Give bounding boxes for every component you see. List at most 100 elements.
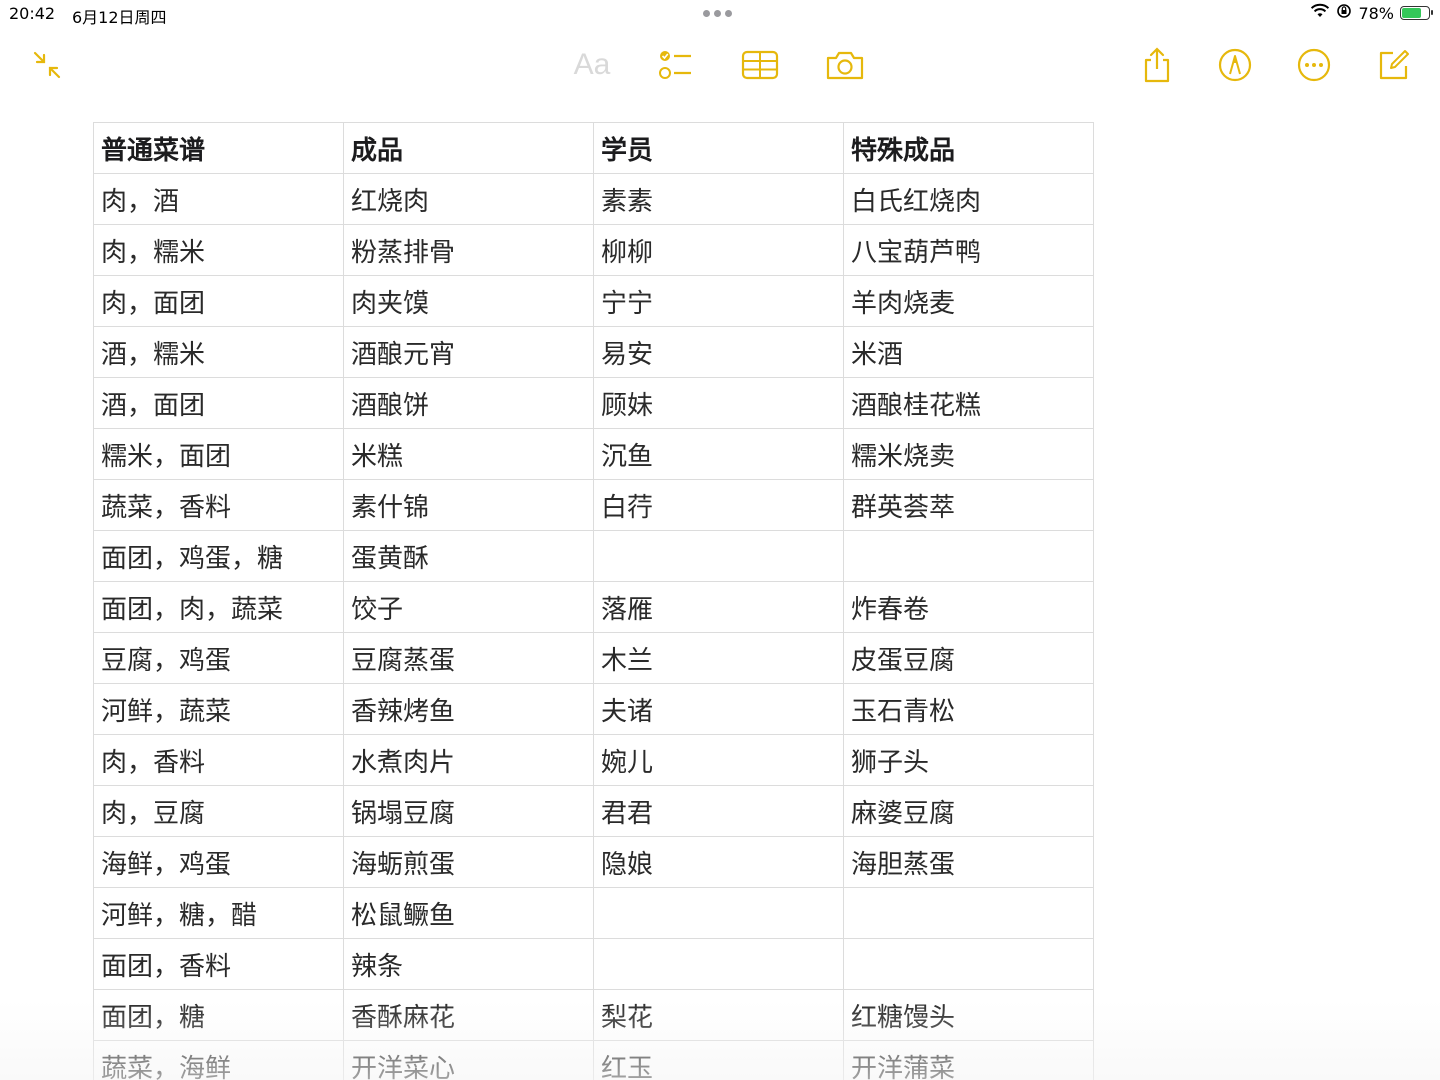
table-cell[interactable]: 肉，糯米 bbox=[93, 224, 344, 276]
table-cell[interactable] bbox=[843, 887, 1094, 939]
table-cell[interactable] bbox=[593, 887, 844, 939]
table-cell[interactable]: 红烧肉 bbox=[343, 173, 594, 225]
table-cell[interactable]: 素什锦 bbox=[343, 479, 594, 531]
table-row: 面团，鸡蛋，糖 蛋黄酥 bbox=[93, 530, 1094, 582]
table-cell[interactable] bbox=[593, 938, 844, 990]
table-cell[interactable]: 酒，糯米 bbox=[93, 326, 344, 378]
compose-button[interactable] bbox=[1370, 42, 1416, 88]
table-cell[interactable]: 玉石青松 bbox=[843, 683, 1094, 735]
table-cell[interactable] bbox=[593, 530, 844, 582]
table-header-cell[interactable]: 特殊成品 bbox=[843, 122, 1094, 174]
table-cell[interactable]: 粉蒸排骨 bbox=[343, 224, 594, 276]
format-button[interactable]: Aa bbox=[569, 42, 615, 88]
table-header-cell[interactable]: 普通菜谱 bbox=[93, 122, 344, 174]
table-cell[interactable]: 糯米，面团 bbox=[93, 428, 344, 480]
table-cell[interactable] bbox=[843, 938, 1094, 990]
status-indicators: 78% bbox=[1310, 3, 1433, 23]
table-cell[interactable]: 香酥麻花 bbox=[343, 989, 594, 1041]
table-cell[interactable]: 松鼠鳜鱼 bbox=[343, 887, 594, 939]
table-cell[interactable]: 面团，糖 bbox=[93, 989, 344, 1041]
table-cell[interactable]: 君君 bbox=[593, 785, 844, 837]
recipe-table[interactable]: 普通菜谱 成品 学员 特殊成品 肉，酒 红烧肉 素素 白氏红烧肉 肉，糯米 粉蒸排骨 柳柳 八宝葫芦鸭… bbox=[93, 122, 1094, 1080]
table-cell[interactable]: 梨花 bbox=[593, 989, 844, 1041]
table-cell[interactable]: 豆腐，鸡蛋 bbox=[93, 632, 344, 684]
table-cell[interactable]: 婉儿 bbox=[593, 734, 844, 786]
table-cell[interactable]: 蔬菜，香料 bbox=[93, 479, 344, 531]
table-cell[interactable]: 锅塌豆腐 bbox=[343, 785, 594, 837]
camera-button[interactable] bbox=[822, 42, 868, 88]
table-cell[interactable]: 顾妹 bbox=[593, 377, 844, 429]
table-cell[interactable]: 香辣烤鱼 bbox=[343, 683, 594, 735]
table-cell[interactable]: 白氏红烧肉 bbox=[843, 173, 1094, 225]
collapse-button[interactable] bbox=[24, 42, 70, 88]
table-cell[interactable]: 海鲜，鸡蛋 bbox=[93, 836, 344, 888]
wifi-icon bbox=[1310, 3, 1330, 23]
table-row: 肉，豆腐 锅塌豆腐 君君 麻婆豆腐 bbox=[93, 785, 1094, 837]
table-cell[interactable]: 酒酿桂花糕 bbox=[843, 377, 1094, 429]
table-cell[interactable]: 皮蛋豆腐 bbox=[843, 632, 1094, 684]
table-button[interactable] bbox=[737, 42, 783, 88]
multitasking-dots-icon[interactable] bbox=[703, 10, 732, 17]
table-cell[interactable]: 落雁 bbox=[593, 581, 844, 633]
table-cell[interactable]: 柳柳 bbox=[593, 224, 844, 276]
notes-screen: 20:42 6月12日周四 78% Aa 普通菜谱 成品 学员 特殊成品 肉，酒… bbox=[0, 0, 1440, 1080]
table-cell[interactable]: 开洋蒲菜 bbox=[843, 1040, 1094, 1080]
table-cell[interactable]: 红糖馒头 bbox=[843, 989, 1094, 1041]
table-row: 面团，肉，蔬菜 饺子 落雁 炸春卷 bbox=[93, 581, 1094, 633]
table-cell[interactable]: 饺子 bbox=[343, 581, 594, 633]
table-cell[interactable]: 开洋菜心 bbox=[343, 1040, 594, 1080]
table-cell[interactable]: 酒，面团 bbox=[93, 377, 344, 429]
checklist-button[interactable] bbox=[653, 42, 699, 88]
table-cell[interactable]: 米糕 bbox=[343, 428, 594, 480]
table-cell[interactable]: 麻婆豆腐 bbox=[843, 785, 1094, 837]
table-cell[interactable]: 肉夹馍 bbox=[343, 275, 594, 327]
table-cell[interactable] bbox=[843, 530, 1094, 582]
table-cell[interactable]: 红玉 bbox=[593, 1040, 844, 1080]
table-cell[interactable]: 宁宁 bbox=[593, 275, 844, 327]
table-cell[interactable]: 素素 bbox=[593, 173, 844, 225]
table-cell[interactable]: 肉，香料 bbox=[93, 734, 344, 786]
table-cell[interactable]: 狮子头 bbox=[843, 734, 1094, 786]
compose-icon bbox=[1379, 50, 1409, 80]
table-cell[interactable]: 肉，酒 bbox=[93, 173, 344, 225]
table-row: 肉，面团 肉夹馍 宁宁 羊肉烧麦 bbox=[93, 275, 1094, 327]
table-cell[interactable]: 八宝葫芦鸭 bbox=[843, 224, 1094, 276]
table-cell[interactable]: 炸春卷 bbox=[843, 581, 1094, 633]
table-header-cell[interactable]: 成品 bbox=[343, 122, 594, 174]
table-cell[interactable]: 群英荟萃 bbox=[843, 479, 1094, 531]
table-cell[interactable]: 肉，豆腐 bbox=[93, 785, 344, 837]
table-cell[interactable]: 隐娘 bbox=[593, 836, 844, 888]
table-cell[interactable]: 河鲜，糖，醋 bbox=[93, 887, 344, 939]
more-icon bbox=[1297, 48, 1331, 82]
table-cell[interactable]: 辣条 bbox=[343, 938, 594, 990]
table-cell[interactable]: 木兰 bbox=[593, 632, 844, 684]
table-cell[interactable]: 水煮肉片 bbox=[343, 734, 594, 786]
table-cell[interactable]: 蔬菜，海鲜 bbox=[93, 1040, 344, 1080]
more-button[interactable] bbox=[1291, 42, 1337, 88]
table-cell[interactable]: 易安 bbox=[593, 326, 844, 378]
table-cell[interactable]: 夫诸 bbox=[593, 683, 844, 735]
share-button[interactable] bbox=[1134, 42, 1180, 88]
table-cell[interactable]: 蛋黄酥 bbox=[343, 530, 594, 582]
table-cell[interactable]: 海蛎煎蛋 bbox=[343, 836, 594, 888]
table-row: 蔬菜，香料 素什锦 白荇 群英荟萃 bbox=[93, 479, 1094, 531]
table-cell[interactable]: 羊肉烧麦 bbox=[843, 275, 1094, 327]
table-cell[interactable]: 白荇 bbox=[593, 479, 844, 531]
table-cell[interactable]: 面团，鸡蛋，糖 bbox=[93, 530, 344, 582]
table-row: 肉，香料 水煮肉片 婉儿 狮子头 bbox=[93, 734, 1094, 786]
table-cell[interactable]: 面团，肉，蔬菜 bbox=[93, 581, 344, 633]
table-row: 肉，酒 红烧肉 素素 白氏红烧肉 bbox=[93, 173, 1094, 225]
table-cell[interactable]: 沉鱼 bbox=[593, 428, 844, 480]
table-cell[interactable]: 酒酿饼 bbox=[343, 377, 594, 429]
table-cell[interactable]: 肉，面团 bbox=[93, 275, 344, 327]
table-header-cell[interactable]: 学员 bbox=[593, 122, 844, 174]
table-cell[interactable]: 米酒 bbox=[843, 326, 1094, 378]
table-cell[interactable]: 酒酿元宵 bbox=[343, 326, 594, 378]
table-cell[interactable]: 糯米烧卖 bbox=[843, 428, 1094, 480]
table-cell[interactable]: 豆腐蒸蛋 bbox=[343, 632, 594, 684]
table-row: 面团，糖 香酥麻花 梨花 红糖馒头 bbox=[93, 989, 1094, 1041]
table-cell[interactable]: 海胆蒸蛋 bbox=[843, 836, 1094, 888]
table-cell[interactable]: 面团，香料 bbox=[93, 938, 344, 990]
markup-button[interactable] bbox=[1212, 42, 1258, 88]
table-cell[interactable]: 河鲜，蔬菜 bbox=[93, 683, 344, 735]
